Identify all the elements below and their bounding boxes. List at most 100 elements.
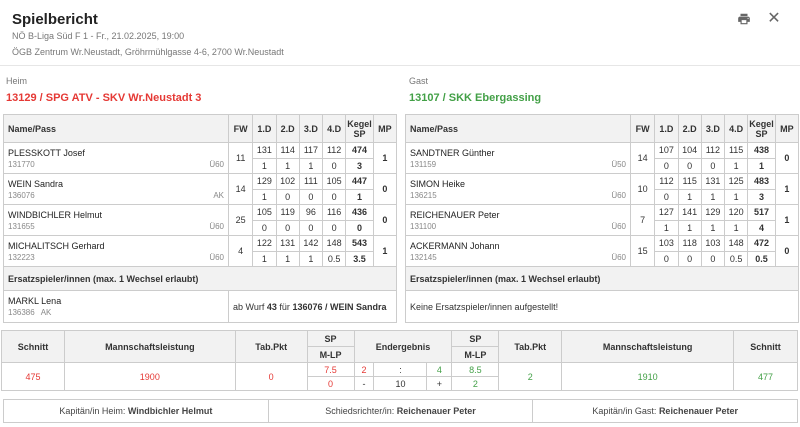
- player-throw-d1: 112: [654, 173, 679, 190]
- referee: Schiedsrichter/in: Reichenauer Peter: [269, 400, 534, 422]
- sub-target: 136076 / WEIN Sandra: [292, 301, 387, 312]
- col-header-d4: 4.D: [322, 114, 347, 143]
- player-name-cell: WEIN Sandra 136076 AK: [2, 173, 230, 205]
- match-report-dialog: Spielbericht NÖ B-Liga Süd F 1 - Fr., 21…: [0, 0, 800, 427]
- player-throw-d3: 96: [298, 204, 324, 221]
- player-fw: 11: [228, 142, 254, 174]
- player-sp-d2: 0: [677, 250, 702, 267]
- player-name-cell: REICHENAUER Peter 131100 Ü60: [404, 204, 632, 236]
- player-meta: 132223 Ü60: [8, 252, 224, 263]
- player-throw-d2: 115: [677, 173, 702, 190]
- sub-row: MARKL Lena 136386 AK ab Wurf 43 für 1360…: [2, 290, 397, 323]
- player-throw-d4: 148: [724, 235, 749, 252]
- player-sp-d2: 0: [275, 219, 300, 236]
- player-sp-d4: 1: [724, 157, 749, 174]
- player-throw-d2: 141: [677, 204, 702, 221]
- player-sp-d1: 0: [654, 188, 679, 205]
- end-sep: :: [373, 362, 428, 377]
- subs-header: Ersatzspieler/innen (max. 1 Wechsel erla…: [3, 266, 397, 291]
- player-throw-d2: 104: [677, 142, 702, 159]
- sub-info-cell: ab Wurf 43 für 136076 / WEIN Sandra: [228, 290, 397, 323]
- player-sp-d4: 0: [322, 157, 347, 174]
- player-row: ACKERMANN Johann 132145 Ü60 15 103 118 103 148 4…: [404, 235, 800, 267]
- player-sp-d1: 1: [252, 188, 277, 205]
- player-meta: 136215 Ü60: [410, 190, 626, 201]
- player-meta: 132145 Ü60: [410, 252, 626, 263]
- player-pass: 136076: [8, 190, 35, 200]
- player-fw: 14: [630, 142, 656, 174]
- sum-head-tab-away: Tab.Pkt: [498, 330, 563, 363]
- col-header-d1: 1.D: [252, 114, 277, 143]
- away-schnitt: 477: [733, 362, 798, 391]
- sum-head-mlp-home: M-LP: [306, 346, 355, 363]
- print-icon[interactable]: [737, 12, 755, 28]
- col-header-mp: MP: [372, 114, 398, 143]
- player-throw-d3: 117: [298, 142, 324, 159]
- player-category: Ü60: [209, 221, 225, 231]
- captain-home-label: Kapitän/in Heim:: [59, 406, 126, 416]
- player-sp-d1: 1: [252, 157, 277, 174]
- close-icon[interactable]: ✕: [765, 11, 783, 28]
- player-fw: 7: [630, 204, 656, 236]
- player-throw-d1: 107: [654, 142, 679, 159]
- player-throw-d1: 105: [252, 204, 277, 221]
- player-sp-d3: 1: [700, 188, 726, 205]
- player-pass: 131100: [410, 221, 437, 231]
- player-sp-d2: 0: [677, 157, 702, 174]
- player-row: WEIN Sandra 136076 AK 14 129 102 111 105 447 0: [2, 173, 398, 205]
- captain-home-name: Windbichler Helmut: [127, 406, 213, 416]
- sub-player-name: MARKL Lena: [8, 296, 62, 306]
- player-sp-total: 1: [345, 188, 374, 205]
- player-throw-d3: 112: [700, 142, 726, 159]
- player-fw: 4: [228, 235, 254, 267]
- player-kegel: 517: [747, 204, 776, 221]
- home-leistung: 1900: [63, 362, 236, 391]
- player-fw: 14: [228, 173, 254, 205]
- sum-head-leistung-home: Mannschaftsleistung: [63, 330, 236, 363]
- player-fw: 15: [630, 235, 656, 267]
- sub-player-cell: MARKL Lena 136386 AK: [2, 290, 230, 323]
- page-title: Spielbericht: [12, 11, 98, 28]
- player-throw-d3: 129: [700, 204, 726, 221]
- player-name: SIMON Heike: [410, 178, 466, 189]
- player-category: Ü60: [611, 190, 627, 200]
- home-tab-pkt: 0: [234, 362, 308, 391]
- player-sp-d4: 1: [724, 219, 749, 236]
- player-sp-d2: 1: [275, 157, 300, 174]
- col-header-kegel-sp: Kegel SP: [747, 114, 776, 143]
- player-kegel: 472: [747, 235, 776, 252]
- player-sp-d1: 1: [252, 250, 277, 267]
- player-throw-d4: 115: [724, 142, 749, 159]
- player-row: WINDBICHLER Helmut 131655 Ü60 25 105 119 96 116…: [2, 204, 398, 236]
- player-name: MICHALITSCH Gerhard: [8, 240, 105, 251]
- player-sp-d1: 1: [654, 219, 679, 236]
- col-header-fw: FW: [228, 114, 254, 143]
- player-sp-d3: 1: [298, 250, 324, 267]
- player-kegel: 438: [747, 142, 776, 159]
- player-throw-d1: 127: [654, 204, 679, 221]
- col-header-d2: 2.D: [677, 114, 702, 143]
- player-row: PLESSKOTT Josef 131770 Ü60 11 131 114 117 112 47…: [2, 142, 398, 174]
- player-category: Ü60: [611, 221, 627, 231]
- player-sp-d3: 1: [700, 219, 726, 236]
- player-mp: 1: [372, 142, 398, 174]
- player-pass: 132223: [8, 252, 35, 262]
- player-throw-d4: 125: [724, 173, 749, 190]
- player-category: Ü60: [611, 252, 627, 262]
- sub-player-pass: 136386: [8, 308, 35, 317]
- player-throw-d3: 142: [298, 235, 324, 252]
- player-name-cell: SANDTNER Günther 131159 Ü50: [404, 142, 632, 174]
- player-throw-d4: 105: [322, 173, 347, 190]
- away-sp-total: 8.5: [451, 362, 500, 377]
- captain-home: Kapitän/in Heim: Windbichler Helmut: [4, 400, 269, 422]
- col-header-d1: 1.D: [654, 114, 679, 143]
- player-row: SANDTNER Günther 131159 Ü50 14 107 104 112 115 4…: [404, 142, 800, 174]
- player-pass: 131770: [8, 159, 35, 169]
- player-row: REICHENAUER Peter 131100 Ü60 7 127 141 129 120 5…: [404, 204, 800, 236]
- player-throw-d2: 131: [275, 235, 300, 252]
- player-name: PLESSKOTT Josef: [8, 147, 85, 158]
- player-category: Ü50: [611, 159, 627, 169]
- home-players-table: Name/Pass FW 1.D 2.D 3.D 4.D Kegel SP MP…: [2, 114, 398, 323]
- player-sp-d4: 0: [322, 188, 347, 205]
- player-mp: 1: [774, 204, 800, 236]
